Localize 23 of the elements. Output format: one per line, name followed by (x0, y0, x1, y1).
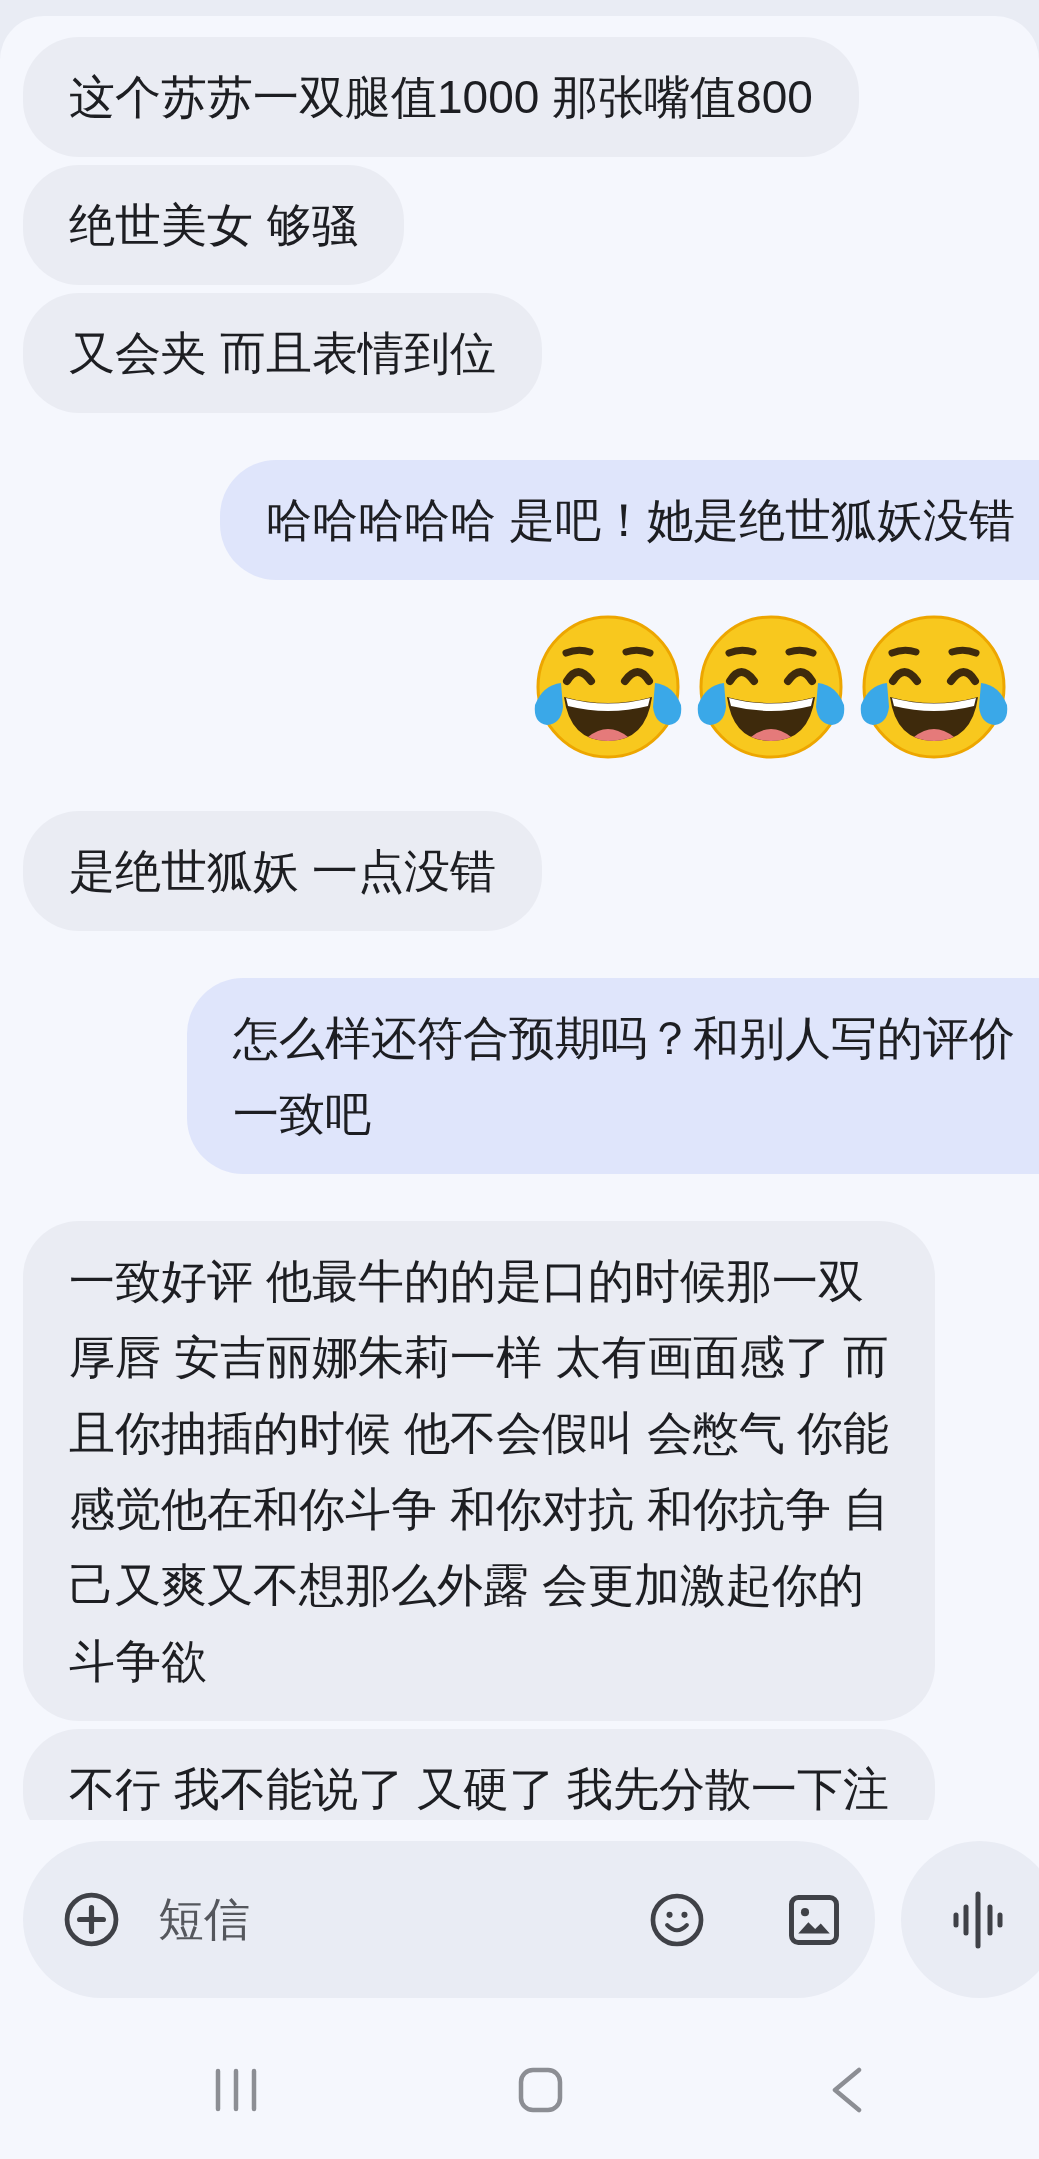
message-bubble: 是绝世狐妖 一点没错 (23, 811, 542, 931)
message-bubble: 怎么样还符合预期吗？和别人写的评价 一致吧 (187, 978, 1039, 1174)
add-button[interactable] (63, 1891, 120, 1948)
text-input[interactable]: 短信 (158, 1885, 649, 1954)
message-bubble: 哈哈哈哈哈 是吧！她是绝世狐妖没错 (220, 460, 1039, 580)
waveform-icon (953, 1890, 1003, 1949)
message-bubble: 绝世美女 够骚 (23, 165, 404, 285)
plus-icon (63, 1891, 120, 1948)
home-button[interactable] (518, 2067, 563, 2113)
message-bubble: 一致好评 他最牛的的是口的时候那一双 厚唇 安吉丽娜朱莉一样 太有画面感了 而 且你抽插的时候 他不会假叫 会憋气 你能 感觉他在和你斗争 和你对抗 和你抗争 自 己又爽又不想那么外露 会更加激起你的 斗争欲 (23, 1221, 936, 1721)
emoji-button[interactable] (649, 1891, 705, 1948)
image-button[interactable] (787, 1892, 841, 1947)
message-bubble: 又会夹 而且表情到位 (23, 293, 542, 413)
back-icon (831, 2067, 863, 2113)
back-button[interactable] (831, 2067, 863, 2113)
image-icon (787, 1892, 841, 1947)
message-bubble: 这个苏苏一双腿值1000 那张嘴值800 (23, 37, 859, 157)
recent-apps-button[interactable] (214, 2068, 258, 2112)
message-input-field[interactable]: 短信 (23, 1841, 875, 1998)
smiley-icon (649, 1891, 705, 1948)
message-bubble: 不行 我不能说了 又硬了 我先分散一下注 (23, 1729, 936, 1820)
home-icon (518, 2067, 563, 2113)
recent-apps-icon (214, 2068, 258, 2112)
